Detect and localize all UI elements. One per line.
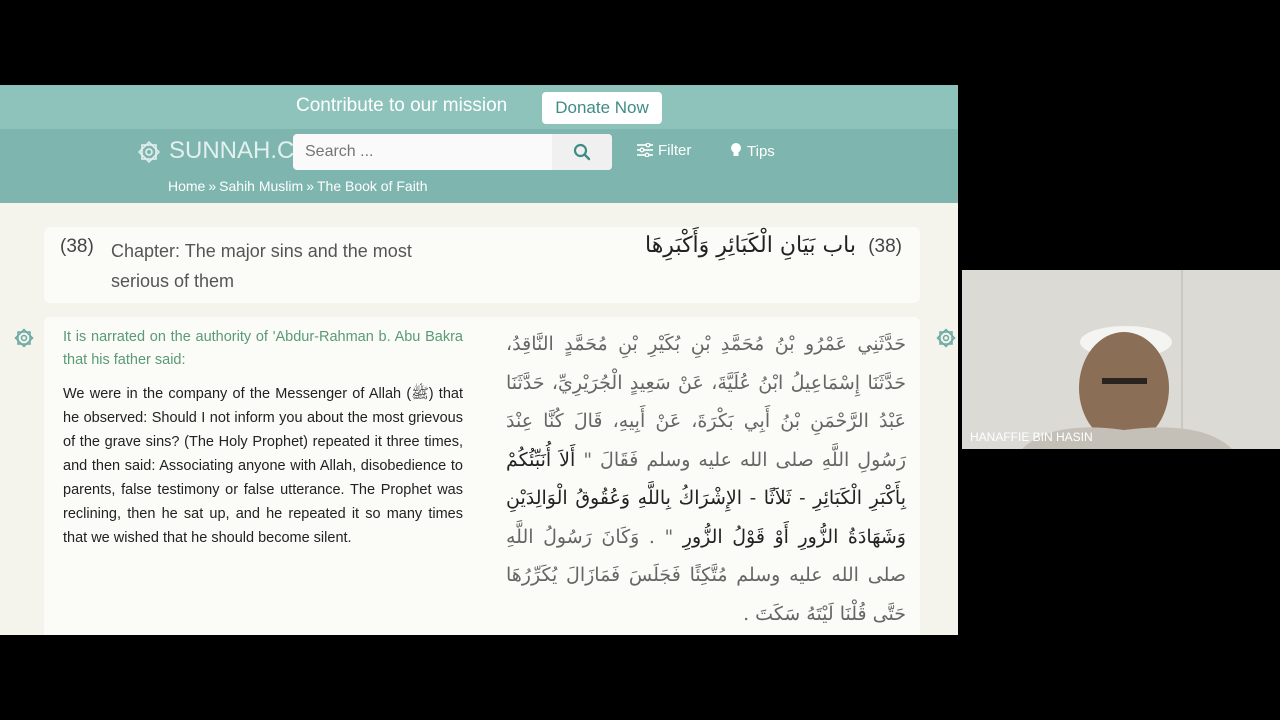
breadcrumb: Home» Sahih Muslim» The Book of Faith <box>168 178 428 194</box>
donate-button[interactable]: Donate Now <box>542 92 662 124</box>
search-icon <box>573 143 591 161</box>
donation-banner: Contribute to our mission Donate Now <box>0 85 958 129</box>
filter-label: Filter <box>658 142 692 159</box>
breadcrumb-home[interactable]: Home <box>168 178 205 194</box>
ornament-icon-right <box>936 328 956 348</box>
logo-text: SUNNAH.C <box>169 137 295 164</box>
breadcrumb-separator: » <box>306 178 314 194</box>
banner-text: Contribute to our mission <box>296 95 508 116</box>
site-logo[interactable]: SUNNAH.C <box>135 137 294 166</box>
chapter-number-ar: (38) <box>868 236 902 257</box>
participant-video <box>962 270 1280 449</box>
hadith-narrator: It is narrated on the authority of 'Abdu… <box>63 329 463 368</box>
participant-name: HANAFFIE BIN HASIN <box>970 430 1093 444</box>
filter-button[interactable]: Filter <box>637 142 691 159</box>
tips-button[interactable]: Tips <box>730 142 775 160</box>
logo-icon <box>137 140 161 163</box>
hadith-text-ar: حَدَّثَنِي عَمْرُو بْنُ مُحَمَّدِ بْنِ ب… <box>506 325 906 633</box>
tips-label: Tips <box>747 143 775 160</box>
hadith-text-en: We were in the company of the Messenger … <box>63 386 463 546</box>
search-button[interactable] <box>552 134 612 170</box>
chapter-title-ar: باب بَيَانِ الْكَبَائِرِ وَأَكْبَرِهَا <box>645 233 856 258</box>
webcam-tile[interactable]: HANAFFIE BIN HASIN <box>962 270 1280 449</box>
chapter-title-en: Chapter: The major sins and the most ser… <box>111 241 412 291</box>
chapter-header: (38) Chapter: The major sins and the mos… <box>44 227 920 303</box>
lightbulb-icon <box>731 143 741 156</box>
search-box <box>293 134 612 170</box>
filter-icon <box>637 142 653 158</box>
ornament-icon-left <box>14 328 34 348</box>
chapter-number: (38) <box>60 236 94 257</box>
search-input[interactable] <box>293 134 551 170</box>
breadcrumb-separator: » <box>208 178 217 194</box>
navbar: SUNNAH.C Filter Tips Home»Sahih Muslim»T <box>0 129 958 203</box>
shared-screen: Contribute to our mission Donate Now SUN… <box>0 85 958 635</box>
hadith-card: It is narrated on the authority of 'Abdu… <box>44 317 920 635</box>
breadcrumb-book[interactable]: The Book of Faith <box>317 178 428 194</box>
breadcrumb-collection[interactable]: Sahih Muslim <box>219 178 303 194</box>
